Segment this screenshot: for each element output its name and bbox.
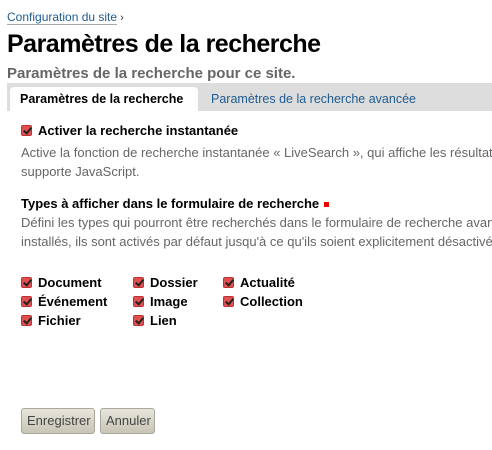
type-checkbox[interactable] — [223, 277, 234, 288]
type-checkbox-label: Fichier — [38, 313, 81, 328]
livesearch-checkbox[interactable] — [21, 125, 32, 136]
breadcrumb-link-site-setup[interactable]: Configuration du site — [7, 10, 118, 25]
type-checkbox-label: Document — [38, 275, 102, 290]
required-marker — [324, 202, 330, 208]
types-label-text: Types à afficher dans le formulaire de r… — [21, 196, 320, 211]
livesearch-label: Activer la recherche instantanée — [38, 123, 239, 138]
type-checkbox[interactable] — [133, 315, 144, 326]
breadcrumb-separator: › — [120, 12, 124, 24]
types-description-line: installés, ils sont activés par défaut j… — [21, 234, 492, 249]
breadcrumb: Configuration du site › — [7, 10, 124, 25]
type-checkbox-label: Image — [150, 294, 188, 309]
type-checkbox-label: Actualité — [240, 275, 295, 290]
type-checkbox[interactable] — [223, 296, 234, 307]
type-checkbox[interactable] — [133, 296, 144, 307]
type-checkbox[interactable] — [21, 296, 32, 307]
save-button[interactable]: Enregistrer — [21, 408, 95, 434]
type-checkbox[interactable] — [133, 277, 144, 288]
cancel-button[interactable]: Annuler — [100, 408, 155, 434]
tab-advanced-search-settings[interactable]: Paramètres de la recherche avancée — [201, 87, 426, 111]
type-checkbox[interactable] — [21, 277, 32, 288]
types-description-line: Défini les types qui pourront être reche… — [21, 215, 492, 230]
livesearch-description-line: supporte JavaScript. — [21, 164, 140, 179]
tab-bar: Paramètres de la recherche Paramètres de… — [7, 83, 492, 111]
type-checkbox-label: Collection — [240, 294, 303, 309]
tab-search-settings[interactable]: Paramètres de la recherche — [10, 87, 198, 111]
page-subtitle: Paramètres de la recherche pour ce site. — [7, 65, 296, 82]
type-checkbox-label: Événement — [38, 294, 108, 309]
page-title: Paramètres de la recherche — [7, 30, 321, 58]
type-checkbox[interactable] — [21, 315, 32, 326]
types-label: Types à afficher dans le formulaire de r… — [21, 196, 330, 211]
livesearch-description-line: Active la fonction de recherche instanta… — [21, 145, 492, 160]
type-checkbox-label: Lien — [150, 313, 177, 328]
type-checkbox-label: Dossier — [150, 275, 198, 290]
